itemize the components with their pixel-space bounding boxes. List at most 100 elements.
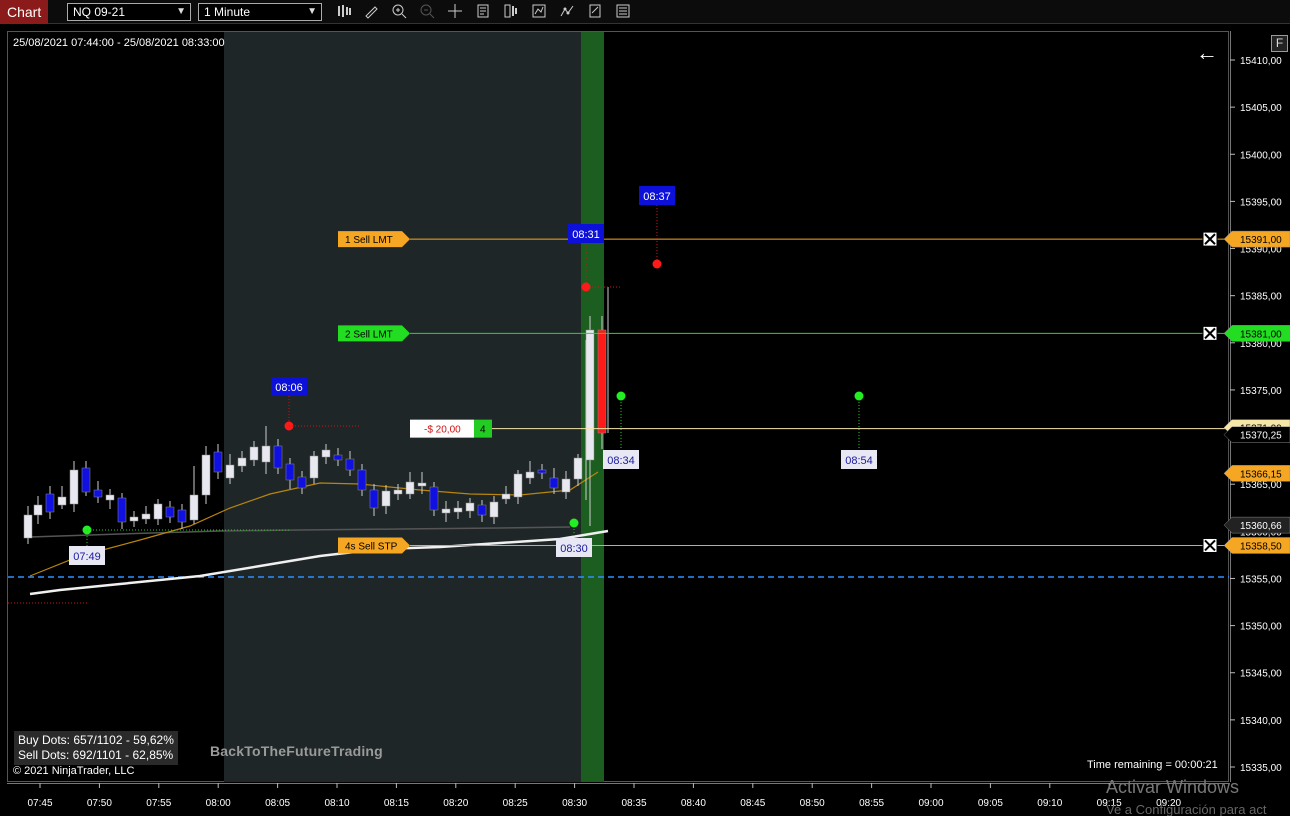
time-label: 08:06 [275, 382, 303, 394]
candle-body [549, 477, 559, 489]
candle-body [453, 507, 463, 513]
price-marker-label: 15360,66 [1240, 521, 1282, 532]
background-layer [224, 32, 604, 782]
candle-body [321, 449, 331, 458]
candle-body [585, 329, 595, 461]
candle-body [477, 504, 487, 516]
sell-dots-stat: Sell Dots: 692/1101 - 62,85% [18, 748, 174, 762]
candle-body [381, 490, 391, 507]
buy-dot [616, 391, 626, 401]
buy-dot [569, 518, 579, 528]
time-tick-label: 08:15 [384, 798, 409, 809]
candle-body [597, 329, 607, 434]
candle-body [273, 445, 283, 469]
sell-dot [581, 282, 591, 292]
candle-body [201, 454, 211, 496]
candle-body [225, 464, 235, 479]
date-range: 25/08/2021 07:44:00 - 25/08/2021 08:33:0… [13, 37, 225, 49]
candle-body [153, 503, 163, 520]
activate-windows-subtitle: Ve a Configuración para act [1106, 802, 1267, 816]
candle-body [561, 478, 571, 493]
candle-body [513, 473, 523, 498]
candle-body [573, 457, 583, 480]
candle-body [141, 513, 151, 520]
candle-body [165, 506, 175, 518]
time-label: 08:37 [643, 191, 671, 203]
candle-body [357, 469, 367, 491]
candle-body [213, 451, 223, 473]
candle-body [489, 501, 499, 518]
price-marker-label: 15370,25 [1240, 431, 1282, 442]
candle-body [261, 445, 271, 463]
price-marker-label: 15358,50 [1240, 541, 1282, 552]
price-tick-label: 15405,00 [1240, 103, 1282, 114]
price-tick-label: 15345,00 [1240, 669, 1282, 680]
time-tick-label: 09:10 [1037, 798, 1062, 809]
candle-body [81, 467, 91, 493]
price-tick-label: 15410,00 [1240, 56, 1282, 67]
candle-body [465, 502, 475, 512]
time-tick-label: 07:45 [27, 798, 52, 809]
candle-body [189, 494, 199, 521]
dots-stats-box: Buy Dots: 657/1102 - 59,62% Sell Dots: 6… [14, 731, 178, 765]
candle-body [45, 493, 55, 513]
price-marker-label: 15391,00 [1240, 235, 1282, 246]
price-axis-ticks: 15410,0015405,0015400,0015395,0015390,00… [1230, 56, 1282, 774]
time-tick-label: 08:35 [621, 798, 646, 809]
time-tick-label: 09:05 [978, 798, 1003, 809]
candle-body [333, 454, 343, 461]
back-arrow-icon[interactable]: ← [1196, 40, 1218, 66]
candle-body [441, 508, 451, 514]
time-tick-label: 07:50 [87, 798, 112, 809]
candle-body [393, 489, 403, 495]
price-tick-label: 15400,00 [1240, 150, 1282, 161]
price-tick-label: 15385,00 [1240, 292, 1282, 303]
candle-body [285, 463, 295, 481]
candle-body [117, 497, 127, 523]
buy-dots-stat: Buy Dots: 657/1102 - 59,62% [18, 733, 174, 747]
activate-windows-title: Activar Windows [1106, 777, 1240, 797]
time-label: 08:54 [845, 455, 873, 467]
price-tick-label: 15355,00 [1240, 574, 1282, 585]
candle-body [177, 509, 187, 523]
candle-body [369, 489, 379, 509]
f-button[interactable]: F [1271, 35, 1288, 52]
time-tick-label: 07:55 [146, 798, 171, 809]
position-qty: 4 [480, 425, 486, 436]
chart-canvas[interactable]: 15410,0015405,0015400,0015395,0015390,00… [0, 0, 1290, 816]
price-marker-label: 15381,00 [1240, 329, 1282, 340]
time-tick-label: 08:40 [681, 798, 706, 809]
session-shade [224, 32, 581, 782]
time-tick-label: 08:50 [800, 798, 825, 809]
candle-body [33, 504, 43, 516]
time-tick-label: 08:20 [443, 798, 468, 809]
time-tick-label: 09:00 [918, 798, 943, 809]
candle-body [57, 496, 67, 506]
time-label: 08:30 [560, 543, 588, 555]
time-label: 08:34 [607, 455, 635, 467]
watermark: BackToTheFutureTrading [210, 743, 383, 759]
candle-body [23, 514, 33, 539]
price-tick-label: 15350,00 [1240, 622, 1282, 633]
candle-body [93, 489, 103, 498]
candle-body [537, 469, 547, 474]
candle-body [105, 494, 115, 501]
copyright: © 2021 NinjaTrader, LLC [13, 765, 135, 777]
candle-body [417, 482, 427, 487]
candle-body [309, 455, 319, 479]
candle-body [345, 458, 355, 471]
time-tick-label: 08:25 [503, 798, 528, 809]
time-tick-label: 08:00 [206, 798, 231, 809]
price-tick-label: 15375,00 [1240, 386, 1282, 397]
time-remaining: Time remaining = 00:00:21 [1087, 759, 1218, 771]
order-label: 2 Sell LMT [345, 329, 393, 340]
candle-body [405, 481, 415, 495]
time-tick-label: 08:30 [562, 798, 587, 809]
candle-body [69, 469, 79, 505]
time-tick-label: 08:10 [324, 798, 349, 809]
price-tick-label: 15340,00 [1240, 716, 1282, 727]
time-label: 07:49 [73, 551, 101, 563]
candle-body [237, 457, 247, 467]
position-pnl: -$ 20,00 [424, 425, 461, 436]
sell-dot [652, 259, 662, 269]
